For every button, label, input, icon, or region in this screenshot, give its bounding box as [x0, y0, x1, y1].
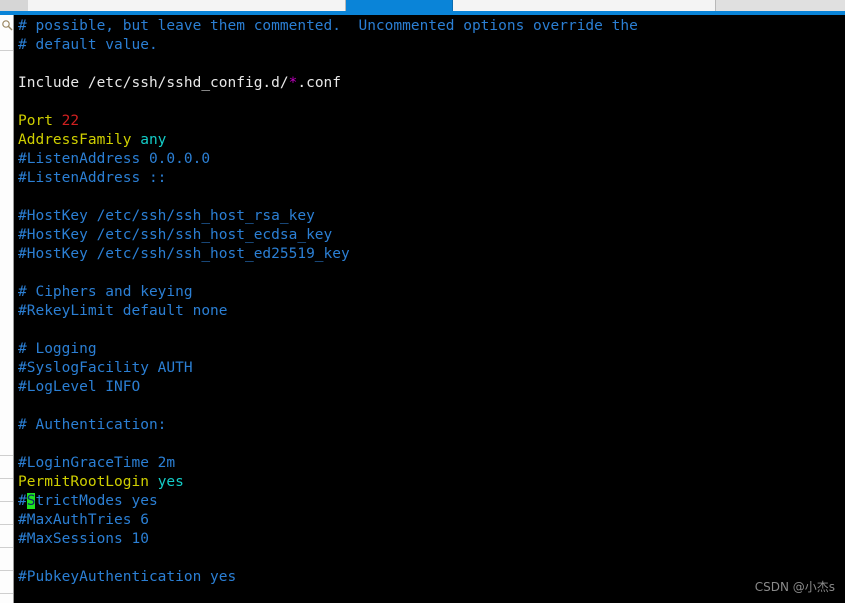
terminal-span: #MaxAuthTries 6	[18, 512, 149, 528]
terminal-line: #ListenAddress 0.0.0.0	[18, 150, 845, 169]
terminal-span: # Logging	[18, 341, 97, 357]
terminal-span: #LogLevel INFO	[18, 379, 141, 395]
terminal-span: 22	[61, 113, 80, 129]
terminal-span: .conf	[297, 75, 342, 91]
panel-separator	[0, 547, 13, 548]
terminal-line: # possible, but leave them commented. Un…	[18, 17, 845, 36]
terminal-span: #PubkeyAuthentication yes	[18, 569, 237, 585]
terminal-line: #HostKey /etc/ssh/ssh_host_ecdsa_key	[18, 226, 845, 245]
terminal-line: AddressFamily any	[18, 131, 845, 150]
terminal-span: #HostKey /etc/ssh/ssh_host_ed25519_key	[18, 246, 350, 262]
tab-active[interactable]	[346, 0, 453, 11]
terminal-line: #HostKey /etc/ssh/ssh_host_ed25519_key	[18, 245, 845, 264]
app-window: # possible, but leave them commented. Un…	[0, 0, 845, 603]
terminal-line: # default value.	[18, 36, 845, 55]
terminal-line: Include /etc/ssh/sshd_config.d/*.conf	[18, 74, 845, 93]
watermark: CSDN @小杰s	[754, 580, 835, 594]
tab-inactive-left[interactable]	[0, 0, 28, 11]
terminal-line: #LoginGraceTime 2m	[18, 454, 845, 473]
panel-separator	[0, 478, 13, 479]
terminal-line: Port 22	[18, 112, 845, 131]
terminal-span: AddressFamily	[18, 132, 141, 148]
terminal-span: Include /etc/ssh/sshd_config.d/	[18, 75, 289, 91]
panel-separator	[0, 593, 13, 594]
terminal-line: #SyslogFacility AUTH	[18, 359, 845, 378]
terminal-view[interactable]: # possible, but leave them commented. Un…	[15, 15, 845, 603]
terminal-line: #MaxAuthTries 6	[18, 511, 845, 530]
terminal-span: #	[18, 493, 27, 509]
terminal-line: #LogLevel INFO	[18, 378, 845, 397]
terminal-span: #HostKey /etc/ssh/ssh_host_ecdsa_key	[18, 227, 333, 243]
panel-separator	[0, 570, 13, 571]
tab-first[interactable]	[28, 0, 346, 11]
terminal-span: yes	[157, 474, 184, 490]
terminal-line: #RekeyLimit default none	[18, 302, 845, 321]
terminal-line: #MaxSessions 10	[18, 530, 845, 549]
panel-separator	[0, 501, 13, 502]
terminal-span: #SyslogFacility AUTH	[18, 360, 193, 376]
terminal-span: #HostKey /etc/ssh/ssh_host_rsa_key	[18, 208, 315, 224]
panel-separator	[0, 524, 13, 525]
terminal-line: #HostKey /etc/ssh/ssh_host_rsa_key	[18, 207, 845, 226]
terminal-line: #ListenAddress ::	[18, 169, 845, 188]
terminal-span: trictModes yes	[35, 493, 158, 509]
terminal-line: # Logging	[18, 340, 845, 359]
terminal-line: PermitRootLogin yes	[18, 473, 845, 492]
search-icon[interactable]	[1, 16, 13, 31]
terminal-span: #RekeyLimit default none	[18, 303, 228, 319]
terminal-line: # Authentication:	[18, 416, 845, 435]
terminal-span: any	[140, 132, 167, 148]
tab-filler[interactable]	[716, 0, 845, 11]
terminal-span: #ListenAddress ::	[18, 170, 167, 186]
browser-tab-strip[interactable]	[0, 0, 845, 11]
panel-separator	[0, 455, 13, 456]
tab-third[interactable]	[453, 0, 716, 11]
terminal-line: # Ciphers and keying	[18, 283, 845, 302]
terminal-span: # default value.	[18, 37, 158, 53]
terminal-line: #PubkeyAuthentication yes	[18, 568, 845, 587]
terminal-span: #MaxSessions 10	[18, 531, 149, 547]
terminal-span: PermitRootLogin	[18, 474, 158, 490]
terminal-span: Port	[18, 113, 62, 129]
terminal-span: #ListenAddress 0.0.0.0	[18, 151, 211, 167]
terminal-span: #LoginGraceTime 2m	[18, 455, 176, 471]
left-side-panel[interactable]	[0, 15, 14, 603]
terminal-span: # Ciphers and keying	[18, 284, 193, 300]
panel-separator	[0, 50, 13, 51]
terminal-text-area[interactable]: # possible, but leave them commented. Un…	[15, 15, 845, 587]
terminal-line: #StrictModes yes	[18, 492, 845, 511]
terminal-span: # Authentication:	[18, 417, 167, 433]
terminal-span: # possible, but leave them commented. Un…	[18, 18, 638, 34]
